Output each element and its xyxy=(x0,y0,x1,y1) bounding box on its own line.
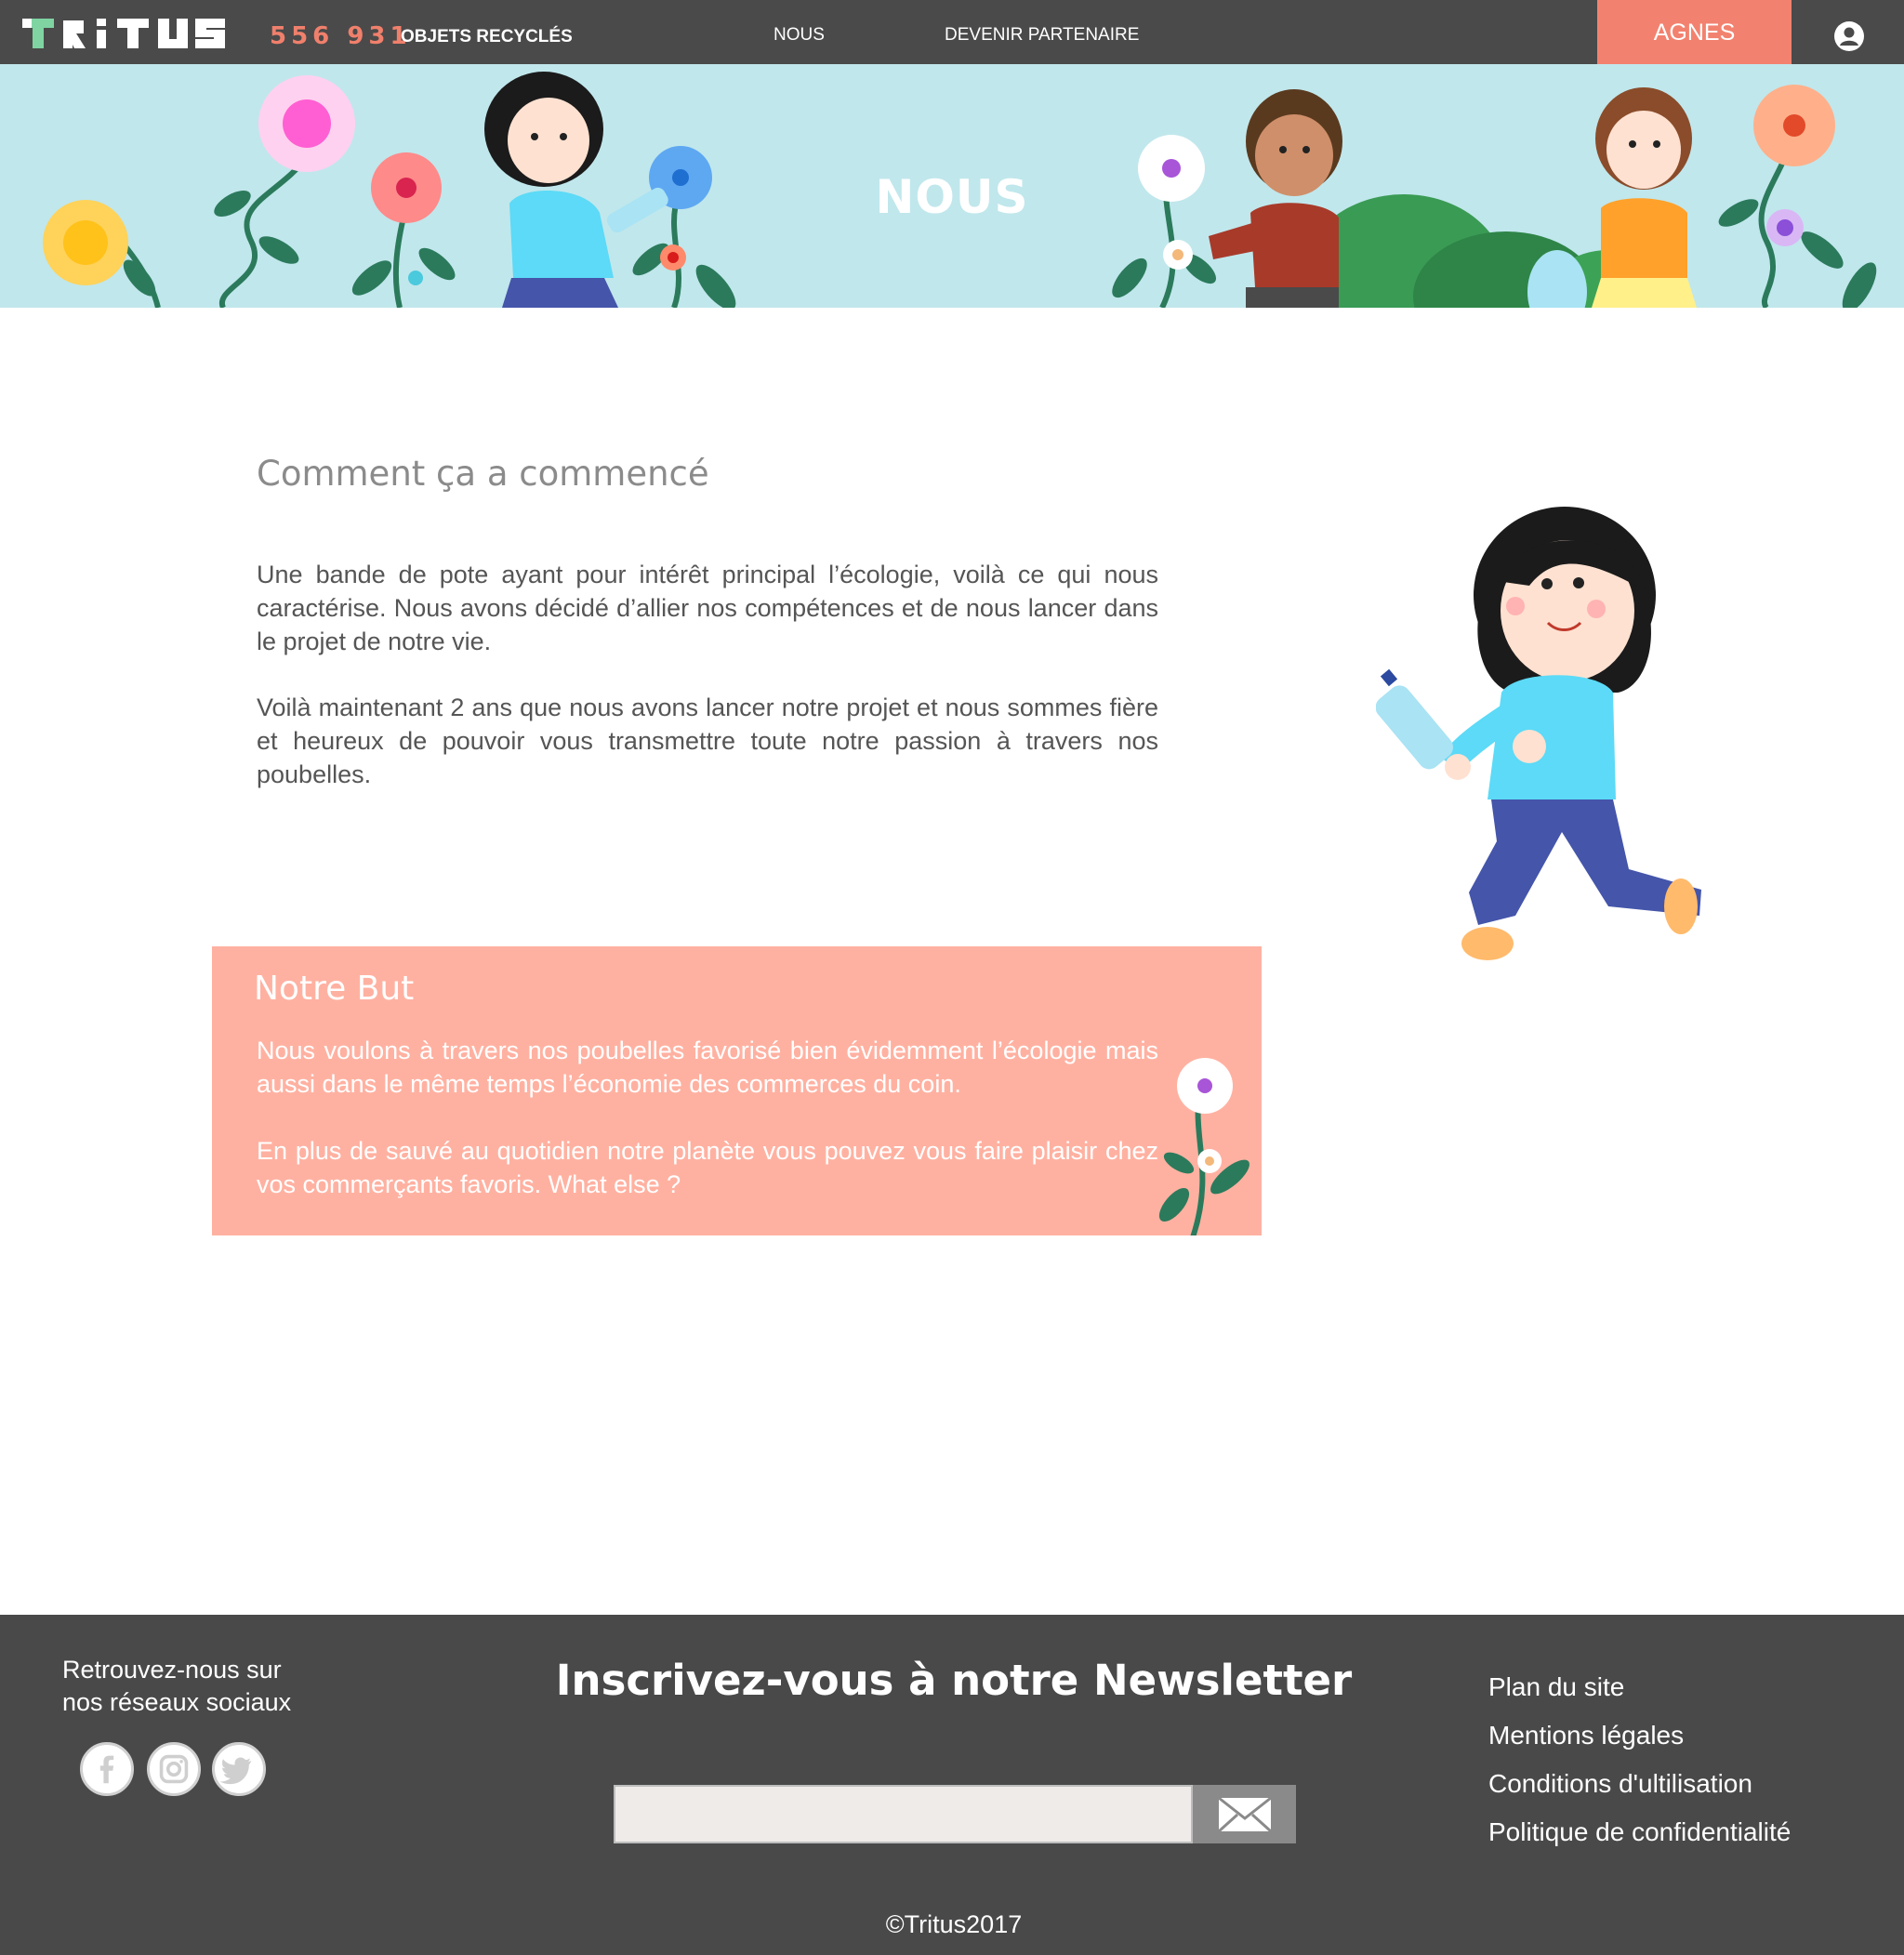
footer: Retrouvez-nous sur nos réseaux sociaux I… xyxy=(0,1615,1904,1955)
flower-decoration xyxy=(1158,1058,1250,1235)
goal-title: Notre But xyxy=(254,970,415,1008)
hero-banner: NOUS xyxy=(0,64,1904,308)
nav-link-devenir-partenaire[interactable]: DEVENIR PARTENAIRE xyxy=(945,25,1139,46)
banner-title: NOUS xyxy=(875,170,1029,224)
instagram-icon[interactable] xyxy=(147,1742,201,1796)
footer-link-confidentialite[interactable]: Politique de confidentialité xyxy=(1488,1817,1791,1847)
user-account-button[interactable]: AGNES xyxy=(1597,0,1792,64)
copyright: ©Tritus2017 xyxy=(885,1910,1023,1938)
facebook-icon[interactable] xyxy=(80,1742,134,1796)
recycled-counter: 556 931 xyxy=(270,22,412,50)
footer-link-conditions[interactable]: Conditions d'ultilisation xyxy=(1488,1769,1752,1799)
section-title: Comment ça a commencé xyxy=(257,454,709,494)
envelope-icon xyxy=(1217,1796,1273,1833)
goal-section: Notre But Nous voulons à travers nos pou… xyxy=(212,946,1262,1235)
footer-link-plan-du-site[interactable]: Plan du site xyxy=(1488,1672,1624,1702)
user-profile-icon[interactable] xyxy=(1833,20,1865,52)
page: 556 931 OBJETS RECYCLÉS NOUS DEVENIR PAR… xyxy=(0,0,1904,1955)
footer-link-mentions-legales[interactable]: Mentions légales xyxy=(1488,1721,1684,1750)
goal-paragraph-2: En plus de sauvé au quotidien notre plan… xyxy=(257,1137,1158,1198)
nav-link-nous[interactable]: NOUS xyxy=(774,25,825,46)
tritus-logo[interactable] xyxy=(22,17,227,50)
newsletter-email-input[interactable] xyxy=(614,1785,1193,1843)
goal-paragraph-1: Nous voulons à travers nos poubelles fav… xyxy=(257,1037,1158,1098)
twitter-icon[interactable] xyxy=(212,1742,266,1796)
top-navigation-bar: 556 931 OBJETS RECYCLÉS NOUS DEVENIR PAR… xyxy=(0,0,1904,64)
newsletter-submit-button[interactable] xyxy=(1193,1785,1296,1843)
girl-with-bottle-illustration xyxy=(1376,507,1701,960)
recycled-counter-label: OBJETS RECYCLÉS xyxy=(401,27,573,46)
intro-paragraph-2: Voilà maintenant 2 ans que nous avons la… xyxy=(257,693,1158,788)
logo-text xyxy=(22,19,225,48)
intro-paragraph-1: Une bande de pote ayant pour intérêt pri… xyxy=(257,561,1158,655)
